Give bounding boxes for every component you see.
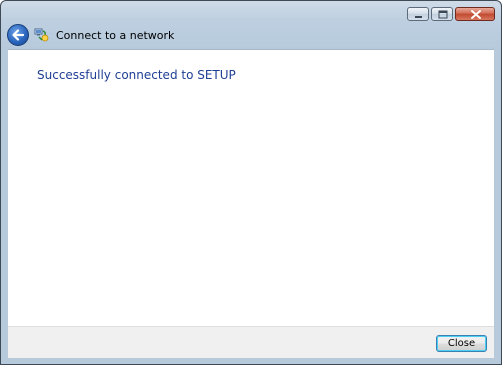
maximize-icon	[438, 10, 448, 19]
wizard-title: Connect to a network	[56, 29, 175, 42]
back-button[interactable]	[7, 24, 29, 46]
minimize-icon	[415, 16, 422, 18]
minimize-button[interactable]	[407, 7, 429, 21]
footer-bar: Close	[8, 326, 494, 358]
maximize-button[interactable]	[431, 7, 453, 21]
close-window-button[interactable]	[455, 7, 495, 21]
content-pane: Successfully connected to SETUP	[8, 49, 494, 326]
status-message: Successfully connected to SETUP	[37, 68, 236, 82]
window-bottom-border	[1, 357, 501, 364]
network-connect-icon	[34, 28, 49, 42]
close-button[interactable]: Close	[436, 335, 487, 352]
close-icon	[471, 10, 481, 19]
back-arrow-icon	[12, 29, 25, 41]
wizard-window: Connect to a network Successfully connec…	[0, 0, 502, 365]
window-controls	[407, 7, 495, 21]
navigation-bar: Connect to a network	[1, 23, 501, 49]
